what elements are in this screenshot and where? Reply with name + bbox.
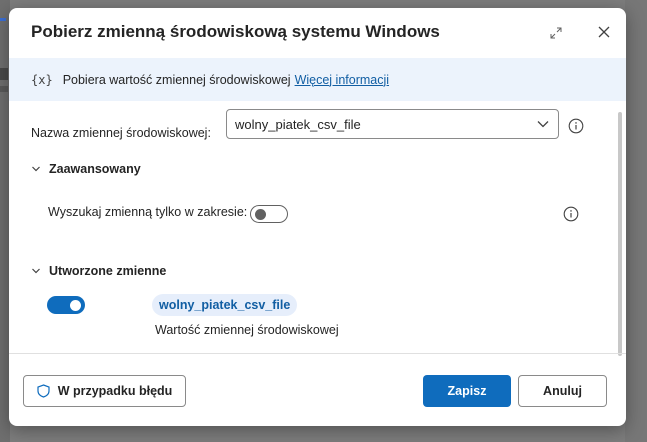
env-var-value: wolny_piatek_csv_file [235,116,361,132]
produce-variable-toggle[interactable] [47,296,85,314]
save-button[interactable]: Zapisz [423,375,511,407]
info-icon[interactable] [568,118,584,134]
variable-description: Wartość zmiennej środowiskowej [155,323,339,337]
toggle-knob [255,209,266,220]
on-error-button[interactable]: W przypadku błędu [23,375,186,407]
cancel-button[interactable]: Anuluj [518,375,607,407]
scrollbar[interactable] [618,112,622,356]
scope-toggle[interactable] [250,205,288,223]
expand-icon [550,27,562,39]
variable-icon: {x} [31,72,53,87]
info-text: Pobiera wartość zmiennej środowiskowej [62,72,291,87]
variable-name-chip[interactable]: wolny_piatek_csv_file [152,294,298,316]
env-var-dropdown[interactable]: wolny_piatek_csv_file [226,109,559,139]
advanced-section-header: Zaawansowany [49,162,141,176]
more-info-link[interactable]: Więcej informacji [295,73,389,87]
background-text-mark [0,86,8,92]
on-error-label: W przypadku błędu [57,384,173,398]
env-var-label: Nazwa zmiennej środowiskowej: [31,126,211,140]
created-vars-section-toggle[interactable]: Utworzone zmienne [31,264,166,278]
dialog-title: Pobierz zmienną środowiskową systemu Win… [31,22,440,41]
footer-divider [9,353,626,354]
chevron-down-icon [32,268,40,274]
created-vars-header: Utworzone zmienne [49,264,167,278]
info-icon[interactable] [563,206,579,222]
toggle-knob [70,300,81,311]
background-text-mark [0,68,8,80]
info-bar: {x} Pobiera wartość zmiennej środowiskow… [9,58,626,101]
scope-label: Wyszukaj zmienną tylko w zakresie: [48,205,248,219]
advanced-section-toggle[interactable]: Zaawansowany [31,162,141,176]
shield-icon [37,384,50,398]
chevron-down-icon [537,121,549,128]
background-accent-mark [0,18,6,21]
close-button[interactable] [594,22,614,42]
background-right-edge [625,0,647,442]
chevron-down-icon [32,166,40,172]
action-dialog: Pobierz zmienną środowiskową systemu Win… [9,8,626,426]
close-icon [598,26,610,38]
expand-button[interactable] [547,24,565,42]
